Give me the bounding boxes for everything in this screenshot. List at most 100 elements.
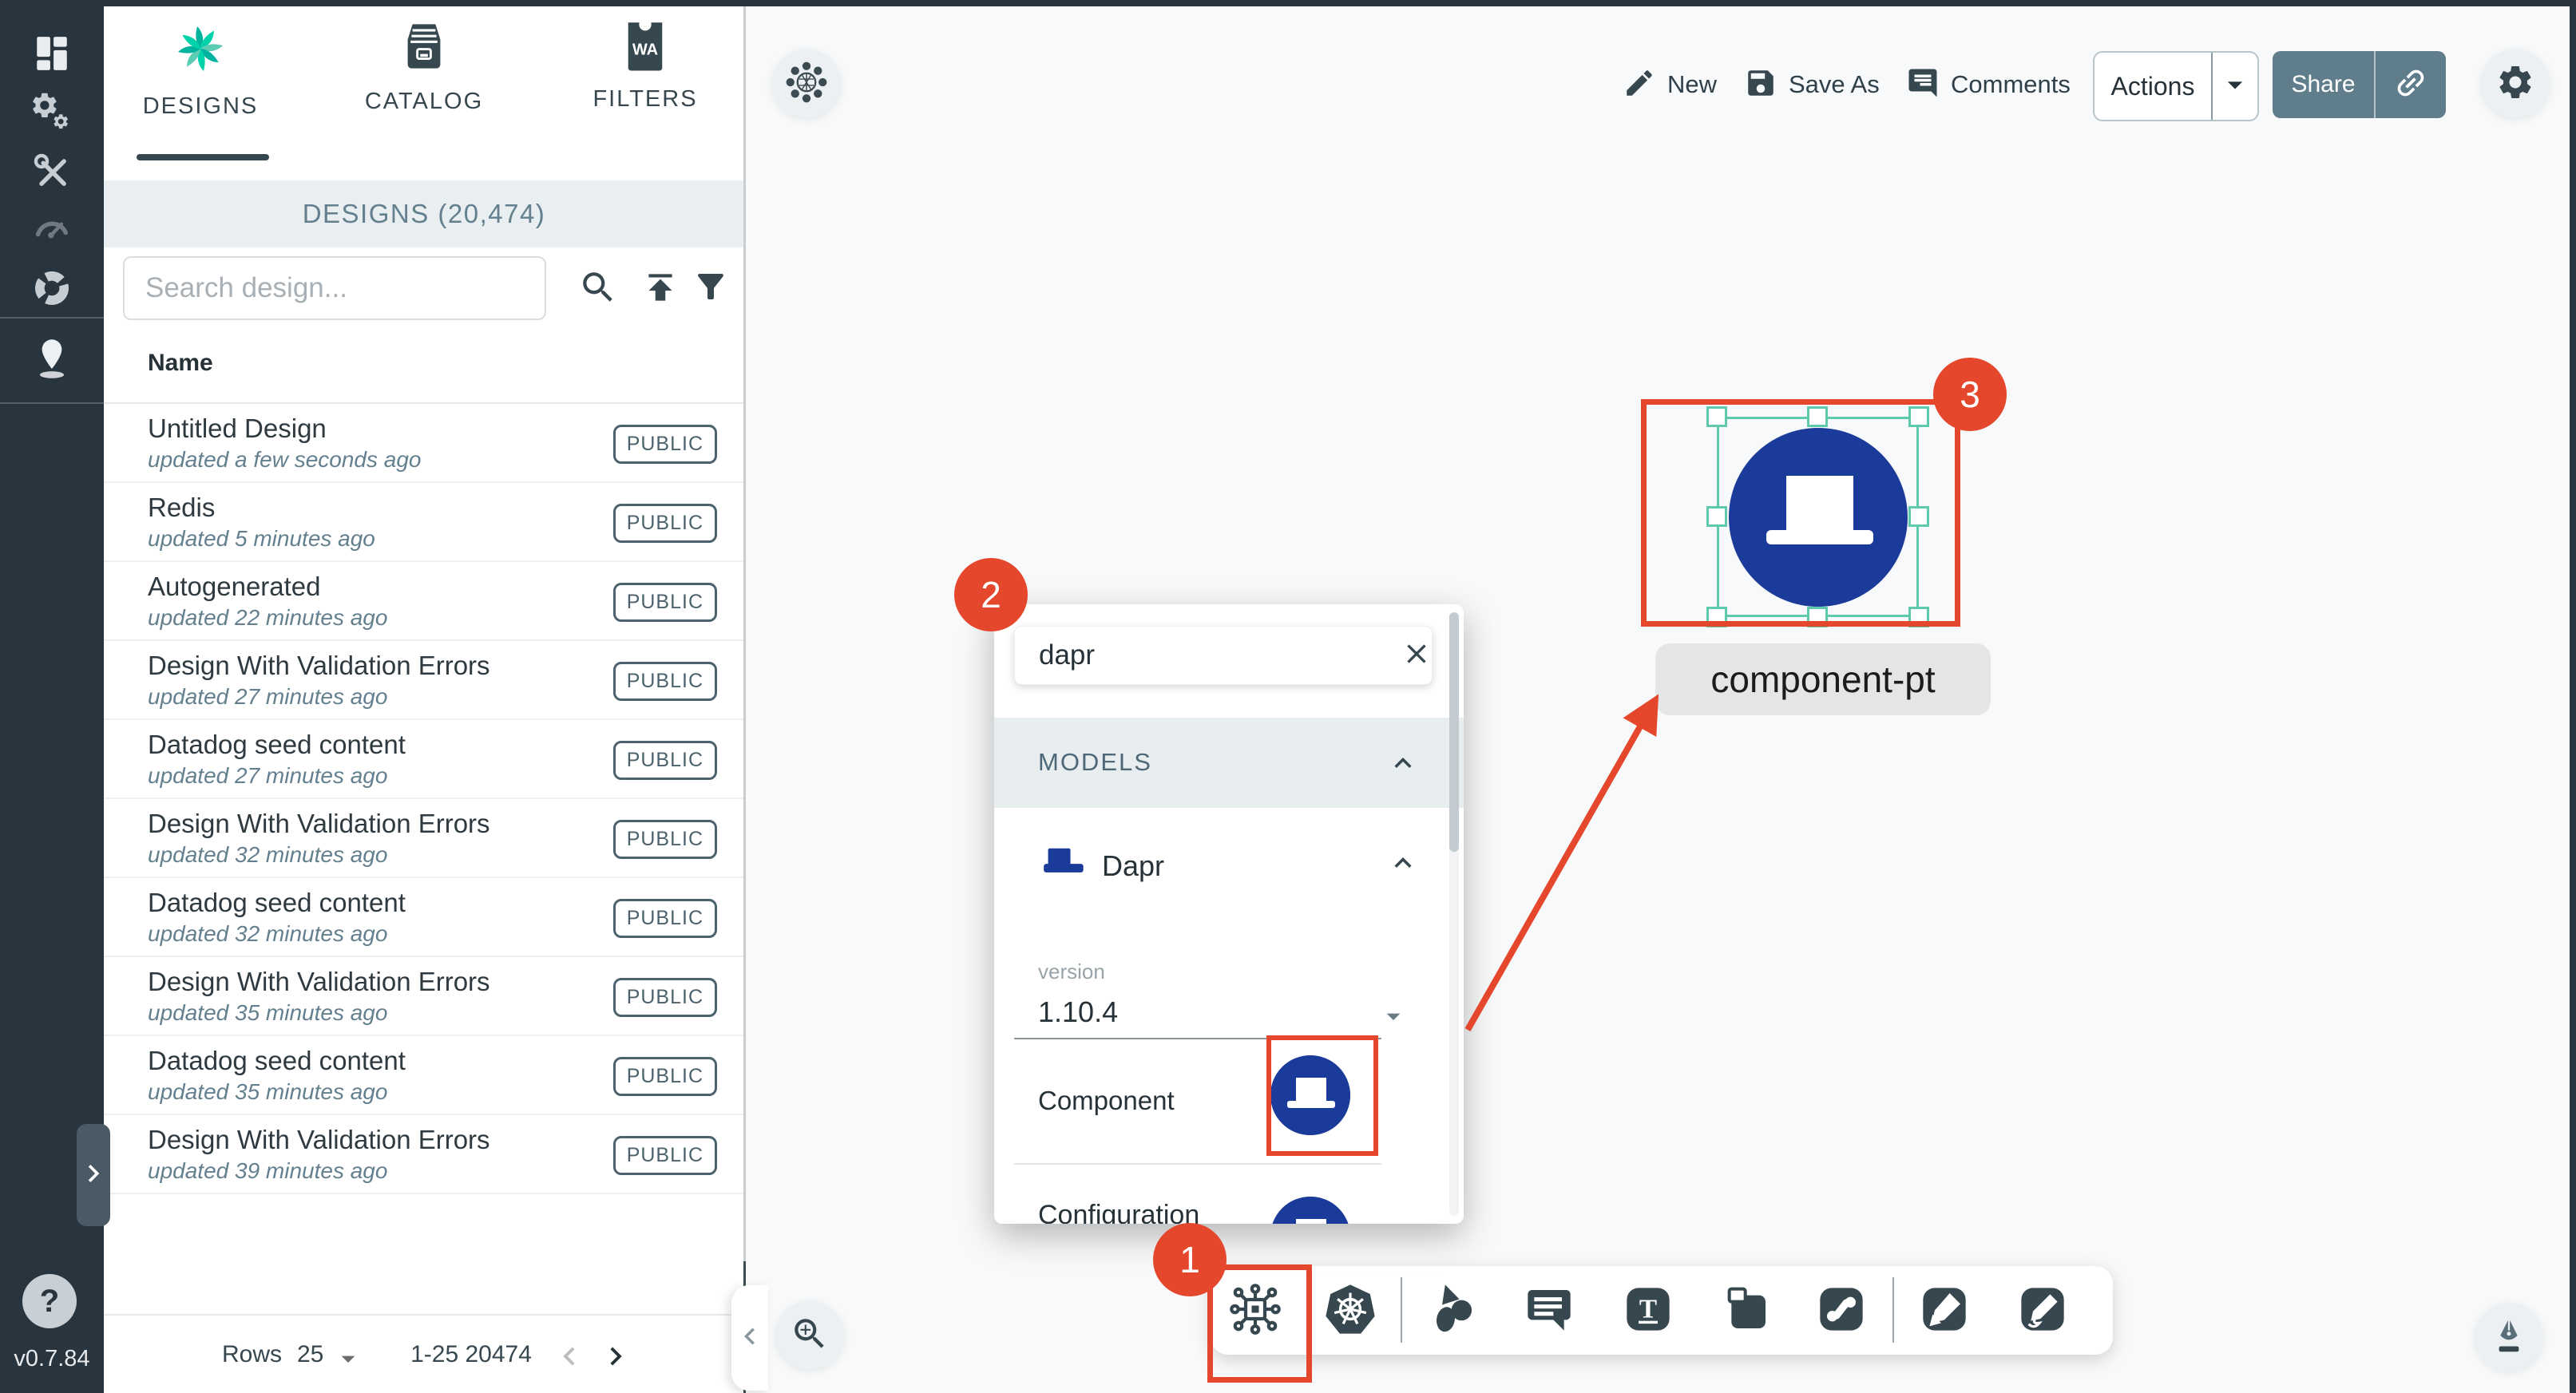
component-item-row[interactable]: Component: [994, 1047, 1464, 1163]
search-design-input[interactable]: [123, 256, 546, 320]
design-visibility-badge: PUBLIC: [613, 425, 717, 464]
version-select-value[interactable]: 1.10.4: [1038, 995, 1118, 1029]
divider: [104, 1314, 744, 1316]
caret-down-icon[interactable]: [332, 1343, 369, 1379]
note-tool-button[interactable]: [1520, 1281, 1579, 1340]
kubernetes-tool-button[interactable]: [1321, 1281, 1380, 1340]
zoom-button[interactable]: [775, 1301, 844, 1370]
comments-button[interactable]: Comments: [1906, 51, 2071, 118]
clear-x-icon[interactable]: [1401, 638, 1433, 674]
design-list-item[interactable]: Redis updated 5 minutes ago PUBLIC: [104, 483, 744, 562]
sticky-rect-tool-button[interactable]: [1717, 1281, 1776, 1340]
divider: [1014, 1163, 1381, 1165]
tab-filters[interactable]: WA FILTERS: [569, 22, 721, 166]
annotation-box-3: [1641, 399, 1960, 627]
text-tool-button[interactable]: T: [1619, 1281, 1678, 1340]
share-split-button[interactable]: Share: [2273, 51, 2446, 118]
design-canvas[interactable]: New Save As Comments Actions Share: [744, 6, 2570, 1393]
annotation-box-1: [1207, 1264, 1312, 1383]
save-as-button[interactable]: Save As: [1744, 51, 1880, 118]
design-visibility-badge: PUBLIC: [613, 899, 717, 938]
model-search-input[interactable]: [1015, 639, 1401, 672]
panel-expand-handle[interactable]: [77, 1124, 110, 1226]
component-item-label: Component: [1038, 1086, 1175, 1116]
performance-gauge-icon: [31, 207, 73, 252]
dashboard-icon: [32, 34, 72, 77]
filter-funnel-icon[interactable]: [692, 267, 733, 309]
draw-arrow-tool-button[interactable]: [1915, 1281, 1974, 1340]
design-list-item[interactable]: Untitled Design updated a few seconds ag…: [104, 404, 744, 483]
chevron-left-icon[interactable]: [551, 1338, 588, 1375]
actions-button[interactable]: Actions: [2094, 53, 2213, 120]
caret-down-icon: [2217, 67, 2253, 106]
actions-split-button[interactable]: Actions: [2093, 51, 2259, 121]
design-list-item[interactable]: Design With Validation Errors updated 35…: [104, 957, 744, 1036]
model-search-box[interactable]: [1014, 626, 1433, 685]
panel-border: [743, 6, 746, 1261]
tab-catalog[interactable]: CATALOG: [348, 22, 500, 166]
annotation-badge-1: 1: [1153, 1223, 1227, 1296]
catalog-archive-icon: [401, 22, 447, 74]
design-visibility-badge: PUBLIC: [613, 741, 717, 780]
design-visibility-badge: PUBLIC: [613, 662, 717, 701]
design-updated-time: updated 35 minutes ago: [148, 1079, 387, 1105]
copy-link-button[interactable]: [2376, 51, 2446, 118]
panel-collapse-handle[interactable]: [731, 1285, 768, 1391]
pencil-icon: [1623, 66, 1656, 104]
caret-down-icon[interactable]: [1377, 1000, 1409, 1036]
model-row-dapr[interactable]: Dapr: [994, 808, 1464, 922]
design-updated-time: updated 32 minutes ago: [148, 921, 387, 947]
settings-button[interactable]: [2481, 49, 2550, 118]
freehand-draw-tool-button[interactable]: [2013, 1281, 2072, 1340]
configuration-item-row[interactable]: Configuration: [994, 1173, 1464, 1224]
design-list-item[interactable]: Datadog seed content updated 35 minutes …: [104, 1036, 744, 1115]
node-label[interactable]: component-pt: [1655, 643, 1991, 715]
tab-designs[interactable]: DESIGNS: [125, 22, 276, 166]
dapr-configuration-icon[interactable]: [1270, 1197, 1350, 1224]
settings-gears-icon: [30, 90, 74, 139]
design-name: Design With Validation Errors: [148, 809, 490, 839]
design-list-item[interactable]: Datadog seed content updated 27 minutes …: [104, 720, 744, 799]
svg-text:T: T: [1639, 1294, 1657, 1324]
sidebar-item-extensions[interactable]: [0, 255, 104, 324]
column-header-name: Name: [148, 350, 213, 377]
design-list-item[interactable]: Design With Validation Errors updated 27…: [104, 641, 744, 720]
page-size-select[interactable]: 25: [297, 1341, 323, 1368]
shapes-tool-button[interactable]: [1423, 1281, 1482, 1340]
design-updated-time: updated a few seconds ago: [148, 447, 421, 473]
chevron-right-icon[interactable]: [597, 1338, 634, 1375]
design-visibility-badge: PUBLIC: [613, 1057, 717, 1096]
rows-label: Rows: [222, 1341, 282, 1368]
upload-design-icon[interactable]: [640, 267, 682, 309]
annotation-pen-button[interactable]: [2475, 1303, 2543, 1371]
annotation-badge-3: 3: [1933, 358, 2007, 431]
actions-dropdown-button[interactable]: [2213, 53, 2257, 120]
design-list-item[interactable]: Design With Validation Errors updated 39…: [104, 1115, 744, 1194]
design-name: Autogenerated: [148, 572, 321, 602]
filters-wa-icon: WA: [624, 22, 666, 72]
new-button[interactable]: New: [1623, 51, 1717, 118]
design-list-item[interactable]: Autogenerated updated 22 minutes ago PUB…: [104, 562, 744, 641]
app-version: v0.7.84: [0, 1346, 104, 1372]
version-label: version: [1038, 960, 1105, 984]
right-drawer-edge: [2570, 0, 2576, 1393]
design-name: Datadog seed content: [148, 1046, 406, 1076]
design-list-item[interactable]: Datadog seed content updated 32 minutes …: [104, 878, 744, 957]
sidebar-item-performance[interactable]: [0, 195, 104, 263]
design-updated-time: updated 27 minutes ago: [148, 763, 387, 789]
help-button[interactable]: ?: [22, 1274, 77, 1328]
search-icon[interactable]: [578, 267, 620, 309]
text-tool-icon: T: [1623, 1284, 1674, 1339]
canvas-toolbar: T: [1211, 1266, 2113, 1355]
environment-button[interactable]: [772, 49, 841, 118]
relationship-tool-button[interactable]: [1812, 1281, 1871, 1340]
popup-scrollbar-thumb[interactable]: [1449, 612, 1459, 852]
sidebar-item-kanvas[interactable]: [0, 326, 104, 394]
models-section-header[interactable]: MODELS: [994, 718, 1464, 808]
chevron-up-icon: [1386, 746, 1420, 784]
share-button[interactable]: Share: [2273, 51, 2376, 118]
design-name: Design With Validation Errors: [148, 651, 490, 681]
design-updated-time: updated 32 minutes ago: [148, 842, 387, 868]
design-list-item[interactable]: Design With Validation Errors updated 32…: [104, 799, 744, 878]
tab-catalog-label: CATALOG: [365, 89, 483, 115]
